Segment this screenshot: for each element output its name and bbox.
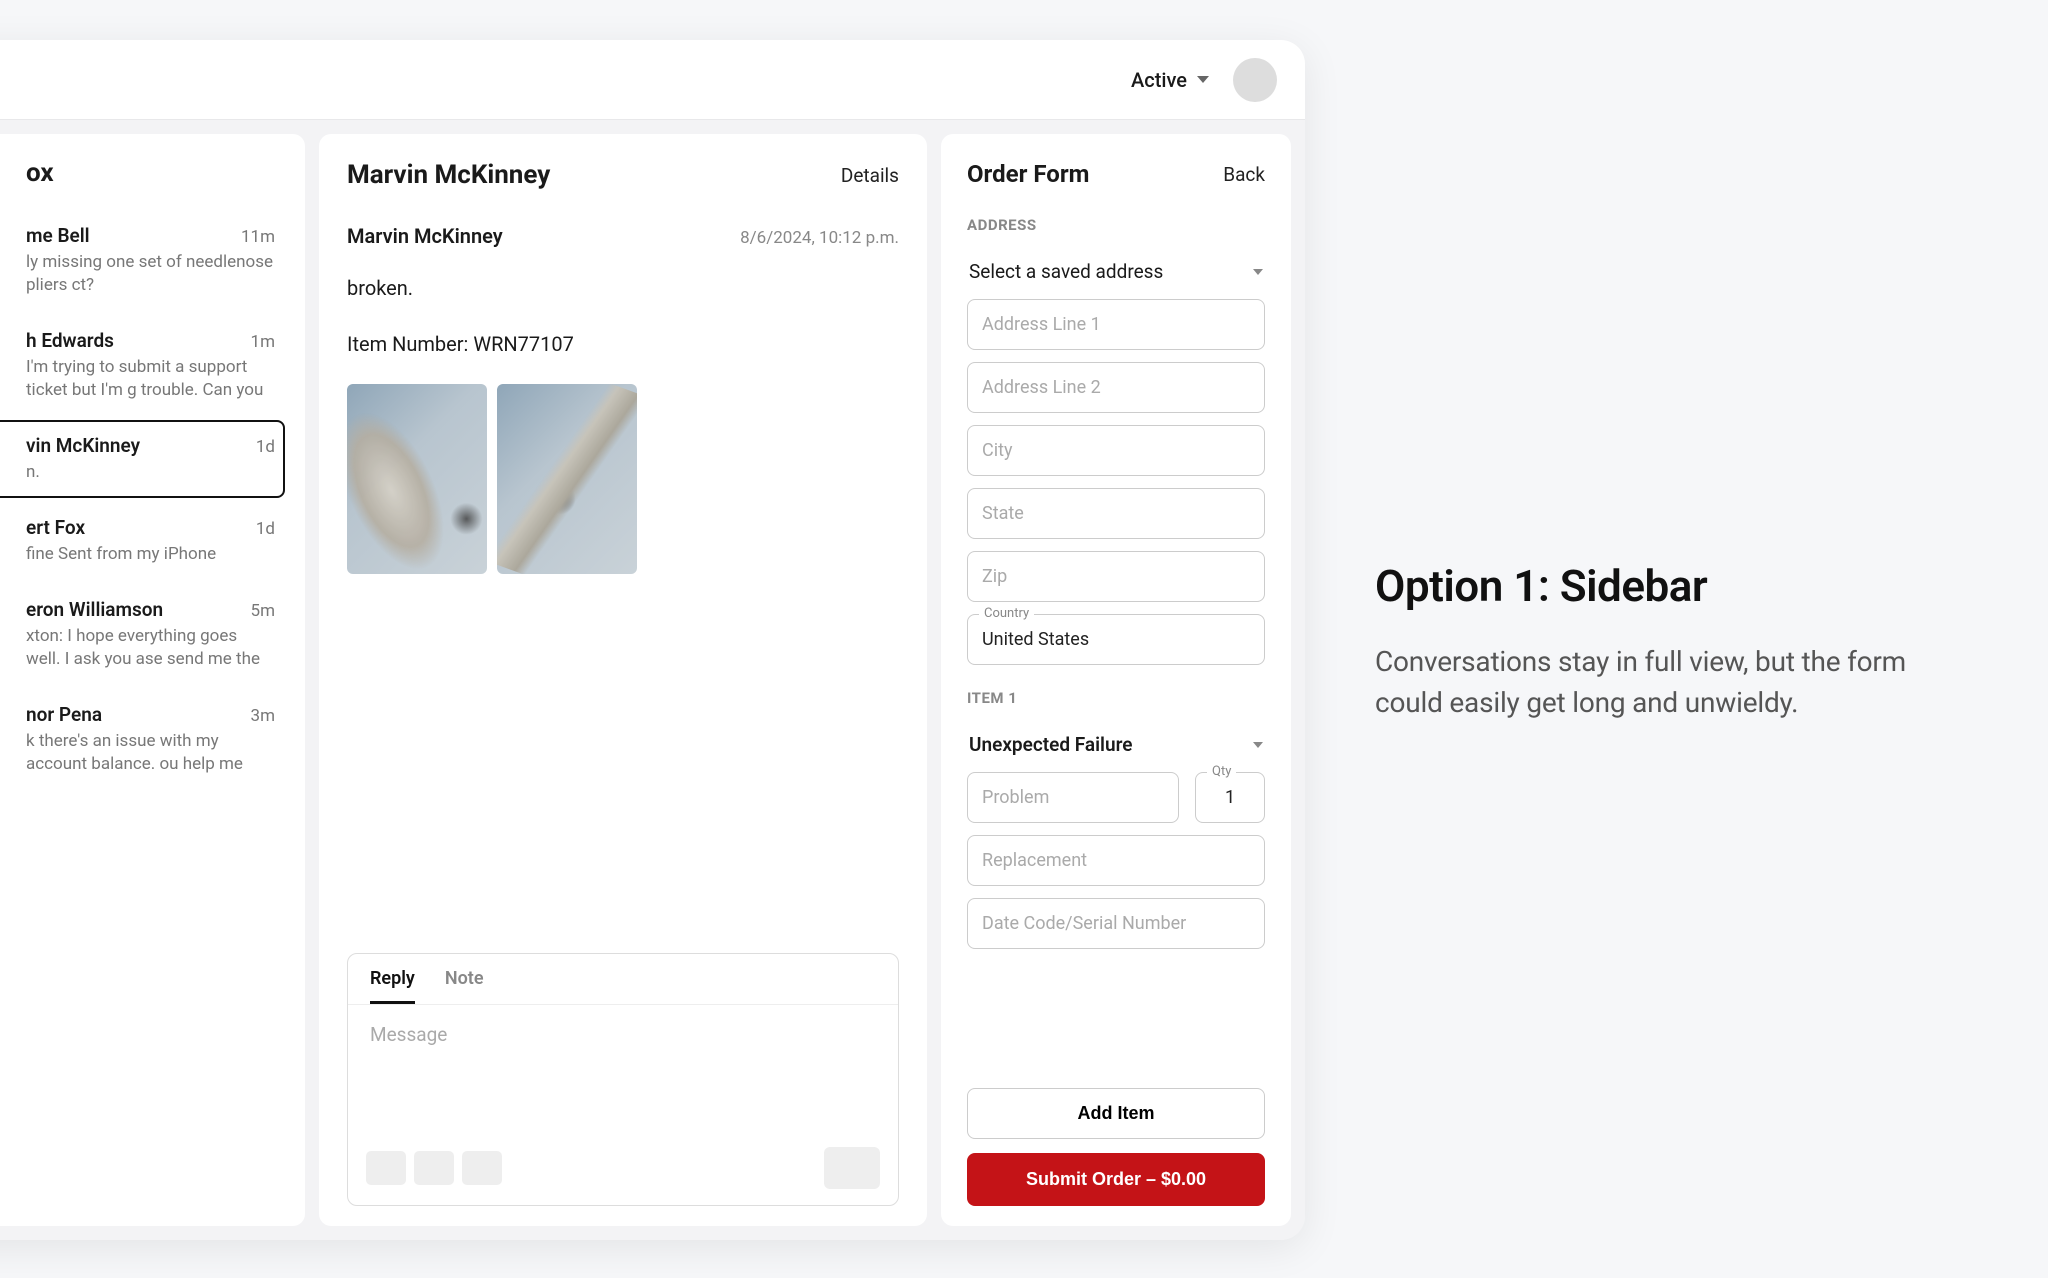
composer-tool-icon[interactable] (366, 1151, 406, 1185)
avatar[interactable] (1233, 58, 1277, 102)
tab-note[interactable]: Note (445, 968, 484, 1004)
saved-address-select[interactable]: Select a saved address (967, 250, 1265, 299)
message-line: Item Number: WRN77107 (347, 328, 899, 360)
qty-input[interactable] (1195, 772, 1265, 823)
inbox-item-time: 1d (256, 519, 275, 539)
state-input[interactable] (967, 488, 1265, 539)
caret-down-icon (1253, 269, 1263, 275)
submit-order-button[interactable]: Submit Order – $0.00 (967, 1153, 1265, 1206)
message-timestamp: 8/6/2024, 10:12 p.m. (740, 228, 899, 248)
inbox-item-preview: I'm trying to submit a support ticket bu… (26, 356, 275, 402)
replacement-input[interactable] (967, 835, 1265, 886)
failure-type-label: Unexpected Failure (969, 733, 1132, 756)
inbox-item-name: nor Pena (26, 703, 102, 726)
inbox-item-preview: n. (26, 461, 275, 484)
caret-down-icon (1197, 76, 1209, 83)
country-input[interactable] (967, 614, 1265, 665)
address-line-2-input[interactable] (967, 362, 1265, 413)
address-section-label: ADDRESS (967, 216, 1265, 234)
attachment-thumbnail[interactable] (347, 384, 487, 574)
inbox-item-time: 1d (256, 437, 275, 457)
inbox-item-time: 3m (251, 706, 275, 726)
inbox-item[interactable]: vin McKinney 1d n. (0, 420, 285, 498)
inbox-item-preview: fine Sent from my iPhone (26, 543, 275, 566)
message-author: Marvin McKinney (347, 224, 503, 248)
app-header: Active (0, 40, 1305, 120)
annotation-title: Option 1: Sidebar (1375, 560, 1935, 612)
add-item-button[interactable]: Add Item (967, 1088, 1265, 1139)
inbox-item-name: h Edwards (26, 329, 114, 352)
saved-address-label: Select a saved address (969, 260, 1163, 283)
item-section-label: ITEM 1 (967, 689, 1265, 707)
city-input[interactable] (967, 425, 1265, 476)
inbox-item-preview: ly missing one set of needlenose pliers … (26, 251, 275, 297)
problem-input[interactable] (967, 772, 1179, 823)
tab-reply[interactable]: Reply (370, 968, 415, 1004)
status-dropdown[interactable]: Active (1131, 68, 1209, 92)
composer-tool-icon[interactable] (414, 1151, 454, 1185)
inbox-item[interactable]: eron Williamson 5m xton: I hope everything… (0, 584, 285, 685)
inbox-title: ox (0, 158, 285, 188)
inbox-item-name: eron Williamson (26, 598, 163, 621)
composer: Reply Note (347, 953, 899, 1206)
conversation-title: Marvin McKinney (347, 160, 550, 190)
message-input[interactable] (370, 1023, 876, 1123)
inbox-panel: ox me Bell 11m ly missing one set of needl… (0, 134, 305, 1226)
country-label: Country (979, 606, 1034, 621)
inbox-item[interactable]: nor Pena 3m k there's an issue with my acc… (0, 689, 285, 790)
inbox-item-name: me Bell (26, 224, 90, 247)
order-form-title: Order Form (967, 160, 1089, 188)
inbox-item-time: 11m (241, 227, 275, 247)
qty-label: Qty (1207, 764, 1236, 779)
message-line: broken. (347, 272, 899, 304)
details-link[interactable]: Details (841, 164, 899, 187)
conversation-panel: Marvin McKinney Details Marvin McKinney … (319, 134, 927, 1226)
message-body: broken. Item Number: WRN77107 (347, 272, 899, 574)
inbox-item-preview: k there's an issue with my account balan… (26, 730, 275, 776)
datecode-input[interactable] (967, 898, 1265, 949)
annotation-body: Conversations stay in full view, but the… (1375, 642, 1935, 723)
caret-down-icon (1253, 742, 1263, 748)
inbox-item-time: 5m (251, 601, 275, 621)
address-line-1-input[interactable] (967, 299, 1265, 350)
inbox-item[interactable]: me Bell 11m ly missing one set of needleno… (0, 210, 285, 311)
inbox-item-name: vin McKinney (26, 434, 140, 457)
inbox-item-preview: xton: I hope everything goes well. I ask… (26, 625, 275, 671)
inbox-item-name: ert Fox (26, 516, 85, 539)
back-link[interactable]: Back (1223, 163, 1265, 186)
zip-input[interactable] (967, 551, 1265, 602)
inbox-item[interactable]: h Edwards 1m I'm trying to submit a suppor… (0, 315, 285, 416)
order-form-panel: Order Form Back ADDRESS Select a saved a… (941, 134, 1291, 1226)
send-button[interactable] (824, 1147, 880, 1189)
inbox-item-time: 1m (251, 332, 275, 352)
attachment-thumbnail[interactable] (497, 384, 637, 574)
status-dropdown-label: Active (1131, 68, 1187, 92)
composer-tool-icon[interactable] (462, 1151, 502, 1185)
inbox-item[interactable]: ert Fox 1d fine Sent from my iPhone (0, 502, 285, 580)
app-window: Active ox me Bell 11m ly missing one set o… (0, 40, 1305, 1240)
